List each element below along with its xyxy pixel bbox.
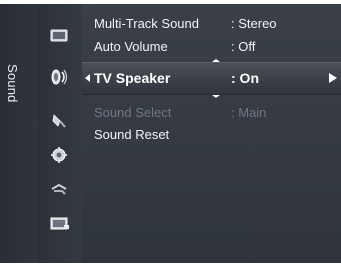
scroll-down-indicator xyxy=(212,95,220,98)
menu-item-auto-volume[interactable]: Auto Volume : Off xyxy=(82,37,341,57)
menu-item-multi-track-sound[interactable]: Multi-Track Sound : Stereo xyxy=(82,14,341,34)
sound-menu-list: Multi-Track Sound : Stereo Auto Volume :… xyxy=(82,4,341,263)
channel-icon[interactable] xyxy=(50,112,68,130)
sound-menu-screen: Sound Multi-Track Sound: Stereo Auto Vo… xyxy=(0,0,341,269)
menu-item-value: : Stereo xyxy=(231,16,277,31)
setup-icon[interactable] xyxy=(50,146,68,164)
menu-item-label: TV Speaker xyxy=(94,70,171,86)
category-tab-strip: Sound xyxy=(0,4,37,263)
category-tab-label: Sound xyxy=(5,64,20,103)
menu-item-label: Multi-Track Sound xyxy=(94,16,199,31)
menu-item-label: Sound Select xyxy=(94,105,172,120)
picture-icon[interactable] xyxy=(50,29,68,47)
selection-pointer-icon xyxy=(85,74,90,82)
scroll-up-indicator xyxy=(212,59,220,62)
menu-item-value: : On xyxy=(231,70,259,86)
submenu-arrow-icon[interactable] xyxy=(329,73,337,83)
menu-item-tv-speaker[interactable]: TV Speaker : On xyxy=(82,59,341,98)
sound-icon[interactable] xyxy=(50,67,68,85)
menu-item-value: : Off xyxy=(231,39,256,54)
menu-item-value: : Main xyxy=(231,105,267,120)
menu-item-label: Auto Volume xyxy=(94,39,168,54)
input-icon[interactable] xyxy=(50,182,68,200)
menu-item-sound-reset[interactable]: Sound Reset xyxy=(82,125,341,145)
menu-item-label: Sound Reset xyxy=(94,127,170,142)
menu-item-sound-select: Sound Select : Main xyxy=(82,103,341,123)
application-icon[interactable] xyxy=(50,216,69,234)
